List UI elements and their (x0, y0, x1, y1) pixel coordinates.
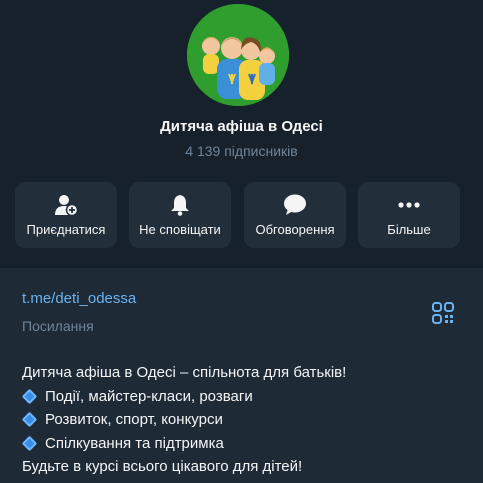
subscriber-count: 4 139 підписників (185, 143, 298, 159)
mute-button-label: Не сповіщати (139, 222, 221, 237)
blue-diamond-icon (21, 411, 38, 428)
blue-diamond-icon (21, 388, 38, 405)
channel-description: Дитяча афіша в Одесі – спільнота для бат… (21, 361, 462, 479)
mute-button[interactable]: Не сповіщати (129, 182, 231, 248)
join-button-label: Приєднатися (26, 222, 106, 237)
more-dots-icon (358, 192, 460, 218)
discussion-button-label: Обговорення (255, 222, 335, 237)
link-caption: Посилання (22, 318, 94, 334)
more-button-label: Більше (387, 222, 431, 237)
add-user-icon (15, 192, 117, 218)
channel-avatar[interactable] (187, 4, 289, 106)
family-illustration (187, 4, 289, 106)
description-line: Будьте в курсі всього цікавого для дітей… (22, 458, 303, 475)
description-bullet: Розвиток, спорт, конкурси (21, 408, 462, 432)
action-bar: Приєднатися Не сповіщати Обговорення Біл… (15, 182, 460, 248)
blue-diamond-icon (21, 435, 38, 452)
description-bullet: Події, майстер-класи, розваги (21, 385, 462, 409)
more-button[interactable]: Більше (358, 182, 460, 248)
bell-icon (129, 192, 231, 218)
chat-bubble-icon (244, 192, 346, 218)
qr-code-icon[interactable] (432, 302, 454, 324)
join-button[interactable]: Приєднатися (15, 182, 117, 248)
channel-title: Дитяча афіша в Одесі (160, 118, 323, 135)
description-line: Дитяча афіша в Одесі – спільнота для бат… (22, 364, 347, 381)
channel-header: Дитяча афіша в Одесі 4 139 підписників П… (0, 0, 483, 268)
discussion-button[interactable]: Обговорення (244, 182, 346, 248)
description-bullet: Спілкування та підтримка (21, 432, 462, 456)
channel-link[interactable]: t.me/deti_odessa (22, 290, 136, 307)
